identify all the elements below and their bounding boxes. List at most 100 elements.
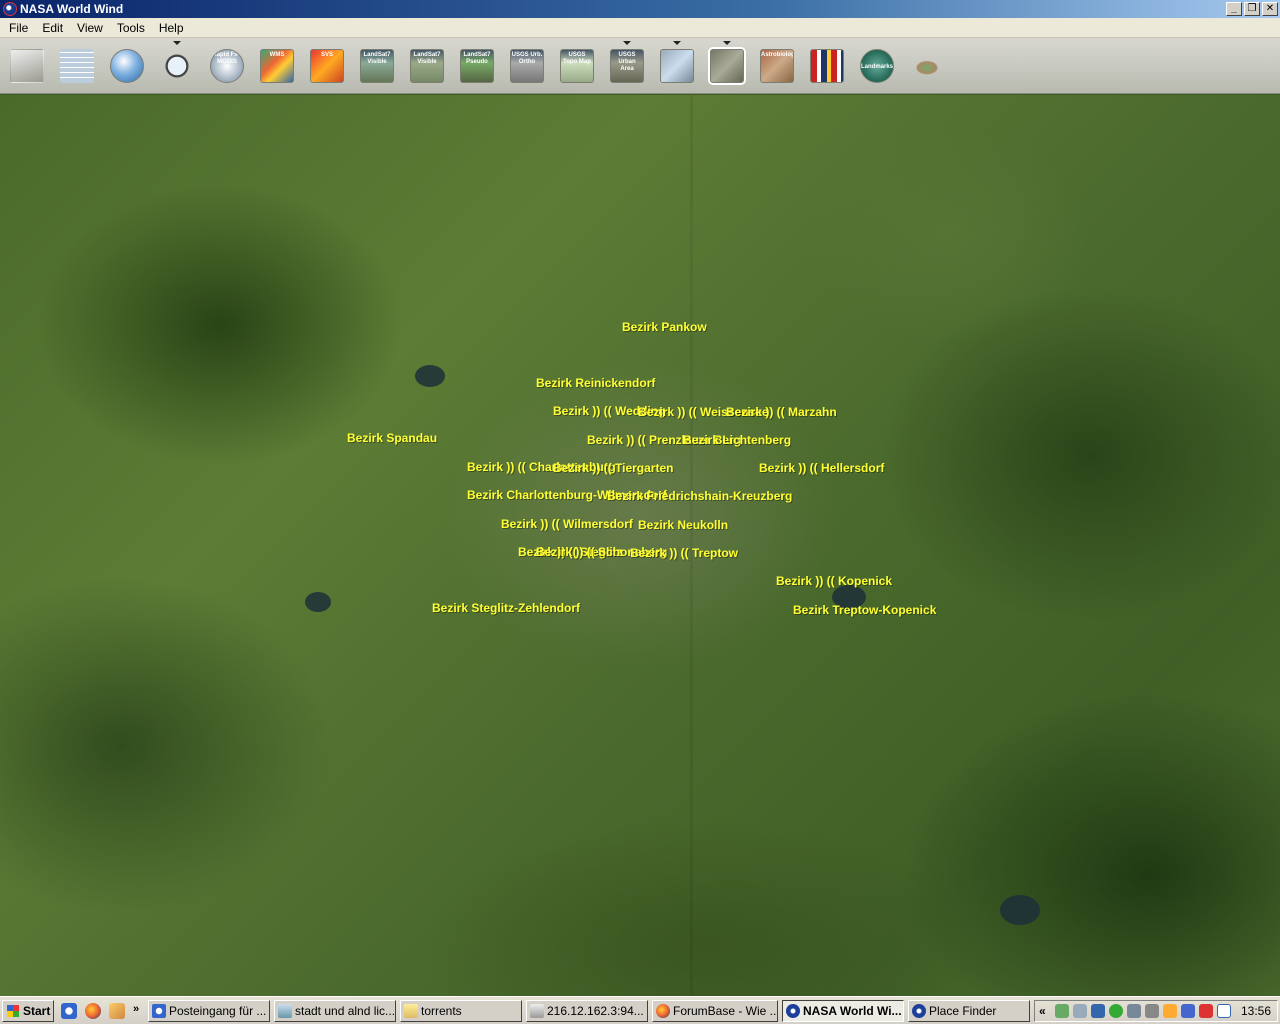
clover-tray-icon[interactable] [1109, 1004, 1123, 1018]
antivirus-tray-icon[interactable] [1199, 1004, 1213, 1018]
place-label[interactable]: Bezirk Treptow-Kopenick [793, 603, 936, 617]
l-app-tray-icon[interactable] [1217, 1004, 1231, 1018]
dropdown-arrow-icon [723, 41, 731, 45]
start-label: Start [23, 1004, 51, 1018]
dropdown-arrow-icon [623, 41, 631, 45]
search-tool-button[interactable] [157, 41, 197, 85]
landsat-visible-tool-button[interactable]: LandSat7 Visible [357, 47, 397, 85]
dropdown-arrow-icon [673, 41, 681, 45]
restore-button[interactable]: ❐ [1244, 2, 1260, 16]
minimize-button[interactable]: _ [1226, 2, 1242, 16]
mail-icon [152, 1004, 166, 1018]
close-button[interactable]: ✕ [1262, 2, 1278, 16]
us-map-tool-button[interactable] [907, 47, 947, 85]
place-label[interactable]: Bezirk )) (( Treptow [630, 546, 738, 560]
svs-tool-button[interactable]: SVS [307, 47, 347, 85]
landsat-pseudo-tool-button[interactable]: LandSat7 Pseudo [457, 47, 497, 85]
more-quicklaunch-icon[interactable]: » [133, 1003, 143, 1019]
menu-bar: File Edit View Tools Help [0, 18, 1280, 38]
ie-quicklaunch-icon[interactable] [61, 1003, 77, 1019]
flags-tool-icon [810, 49, 844, 83]
search-tool-icon [160, 49, 194, 83]
usgs-topo-tool-button[interactable]: USGS Topo Map [557, 47, 597, 85]
taskbar-task[interactable]: Posteingang für ... [148, 1000, 270, 1022]
satellite-tool-button[interactable] [657, 41, 697, 85]
update-tray-icon[interactable] [1163, 1004, 1177, 1018]
taskbar-task[interactable]: torrents [400, 1000, 522, 1022]
place-label[interactable]: Bezirk Steglitz-Zehlendorf [432, 601, 580, 615]
firefox-quicklaunch-icon[interactable] [85, 1003, 101, 1019]
usgs-topo-tool-icon: USGS Topo Map [560, 49, 594, 83]
menu-edit[interactable]: Edit [35, 18, 70, 38]
landsat-visible2-tool-icon: LandSat7 Visible [410, 49, 444, 83]
tray-expand-icon[interactable]: « [1039, 1001, 1046, 1021]
placenames-tool-button[interactable] [707, 41, 747, 85]
wms-tool-icon: WMS [260, 49, 294, 83]
nasa-logo-icon [3, 2, 17, 16]
network-tray-icon[interactable] [1073, 1004, 1087, 1018]
menu-tools[interactable]: Tools [110, 18, 152, 38]
placenames-tool-icon [710, 49, 744, 83]
app-quicklaunch-icon[interactable] [109, 1003, 125, 1019]
menu-help[interactable]: Help [152, 18, 191, 38]
lake [305, 592, 331, 612]
globe-tool-button[interactable] [107, 47, 147, 85]
usgs-urban-tool-button[interactable]: USGS Urb. Ortho [507, 47, 547, 85]
taskbar-task[interactable]: ForumBase - Wie ... [652, 1000, 778, 1022]
place-label[interactable]: Bezirk )) (( Tiergarten [553, 461, 673, 475]
usgs-urban2-tool-icon: USGS Urban Area [610, 49, 644, 83]
clock[interactable]: 13:56 [1241, 1001, 1271, 1021]
grid-tool-button[interactable] [57, 47, 97, 85]
menu-view[interactable]: View [70, 18, 110, 38]
place-label[interactable]: Bezirk Pankow [622, 320, 707, 334]
nasa-logo-icon [786, 1004, 800, 1018]
windows-logo-icon [7, 1005, 19, 1017]
place-label[interactable]: Bezirk Neukolln [638, 518, 728, 532]
place-label[interactable]: Bezirk )) (( Hellersdorf [759, 461, 884, 475]
shield-tray-icon[interactable] [1127, 1004, 1141, 1018]
place-label[interactable]: Bezirk )) (( Wilmersdorf [501, 517, 633, 531]
lake [415, 365, 445, 387]
toolbar: Rapid Fire MODIS WMS SVS LandSat7 Visibl… [0, 38, 1280, 94]
landsat-visible2-tool-button[interactable]: LandSat7 Visible [407, 47, 447, 85]
place-label[interactable]: Bezirk Spandau [347, 431, 437, 445]
taskbar-task[interactable]: stadt und alnd lic... [274, 1000, 396, 1022]
start-button[interactable]: Start [2, 1000, 54, 1022]
usgs-urban2-tool-button[interactable]: USGS Urban Area [607, 41, 647, 85]
place-label[interactable]: Bezirk )) (( Kopenick [776, 574, 892, 588]
document-icon [278, 1004, 292, 1018]
landsat-visible-tool-icon: LandSat7 Visible [360, 49, 394, 83]
layers-tool-button[interactable] [7, 47, 47, 85]
astrobiology-tool-button[interactable]: Astrobiology [757, 47, 797, 85]
place-label[interactable]: Bezirk )) (( Marzahn [726, 405, 837, 419]
system-tray: « 13:56 [1034, 1000, 1278, 1022]
terminal-icon [530, 1004, 544, 1018]
taskbar-task[interactable]: 216.12.162.3:94... [526, 1000, 648, 1022]
mail-tray-icon[interactable] [1055, 1004, 1069, 1018]
flags-tool-button[interactable] [807, 47, 847, 85]
place-label[interactable]: Bezirk Friedrichshain-Kreuzberg [607, 489, 792, 503]
usgs-urban-tool-icon: USGS Urb. Ortho [510, 49, 544, 83]
dropdown-arrow-icon [173, 41, 181, 45]
sound-tray-icon[interactable] [1145, 1004, 1159, 1018]
us-map-tool-icon [910, 49, 944, 83]
latlon-grid-tool-icon [60, 49, 94, 83]
modis-tool-button[interactable]: Rapid Fire MODIS [207, 47, 247, 85]
globe-tool-icon [110, 49, 144, 83]
xear-tray-icon[interactable] [1181, 1004, 1195, 1018]
landmarks-tool-button[interactable]: Landmarks [857, 47, 897, 85]
modis-tool-icon: Rapid Fire MODIS [210, 49, 244, 83]
title-bar: NASA World Wind _ ❐ ✕ [0, 0, 1280, 18]
menu-file[interactable]: File [2, 18, 35, 38]
landsat-pseudo-tool-icon: LandSat7 Pseudo [460, 49, 494, 83]
svs-tool-icon: SVS [310, 49, 344, 83]
place-label[interactable]: Bezirk Reinickendorf [536, 376, 655, 390]
taskbar-task[interactable]: Place Finder [908, 1000, 1030, 1022]
wms-tool-button[interactable]: WMS [257, 47, 297, 85]
folder-icon [404, 1004, 418, 1018]
globe-view[interactable]: Bezirk Pankow Bezirk Reinickendorf Bezir… [0, 95, 1280, 996]
taskbar-task-active[interactable]: NASA World Wi... [782, 1000, 904, 1022]
layers-tool-icon [10, 49, 44, 83]
bluetooth-tray-icon[interactable] [1091, 1004, 1105, 1018]
place-label[interactable]: Bezirk Lichtenberg [683, 433, 791, 447]
